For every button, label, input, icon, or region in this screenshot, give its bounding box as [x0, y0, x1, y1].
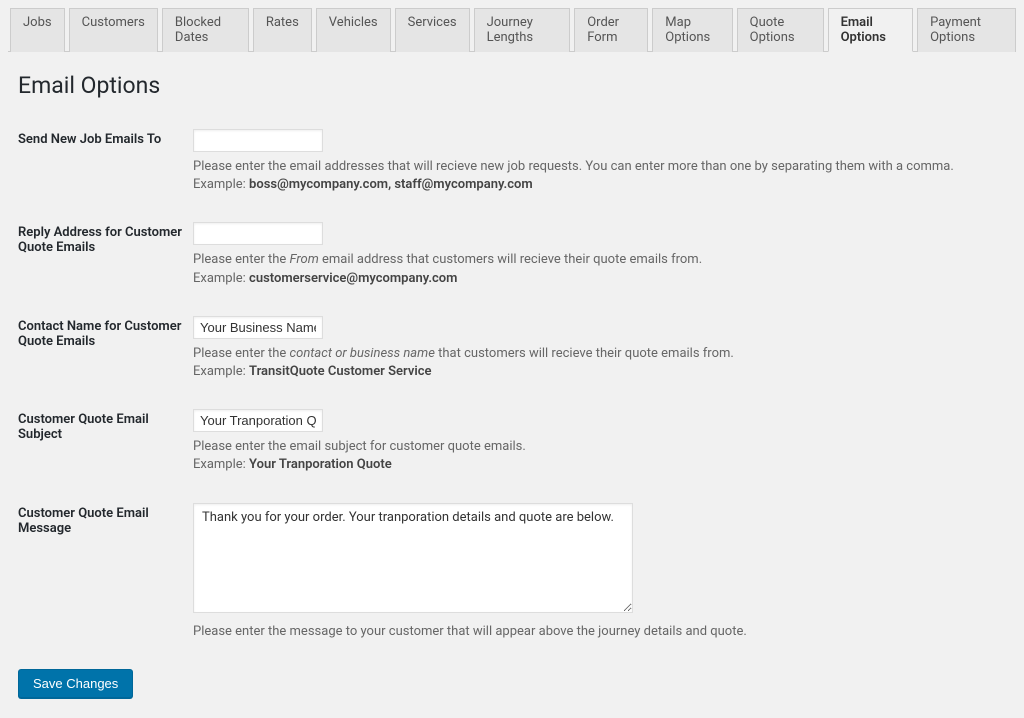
tabs-nav: Jobs Customers Blocked Dates Rates Vehic… — [8, 8, 1016, 52]
tab-email-options[interactable]: Email Options — [828, 8, 914, 52]
save-button[interactable]: Save Changes — [18, 669, 133, 698]
input-new-job-emails[interactable] — [193, 129, 323, 152]
row-contact-name: Contact Name for Customer Quote Emails P… — [8, 306, 1016, 399]
label-email-subject: Customer Quote Email Subject — [18, 409, 193, 442]
row-email-subject: Customer Quote Email Subject Please ente… — [8, 399, 1016, 492]
input-contact-name[interactable] — [193, 316, 323, 339]
page-title: Email Options — [18, 72, 1016, 99]
label-contact-name: Contact Name for Customer Quote Emails — [18, 316, 193, 349]
desc-reply-address: Please enter the From email address that… — [193, 251, 1016, 287]
label-email-message: Customer Quote Email Message — [18, 503, 193, 536]
tab-payment-options[interactable]: Payment Options — [917, 8, 1016, 52]
tab-quote-options[interactable]: Quote Options — [737, 8, 824, 52]
desc-email-message: Please enter the message to your custome… — [193, 623, 1016, 641]
tab-vehicles[interactable]: Vehicles — [316, 8, 391, 52]
tab-services[interactable]: Services — [395, 8, 470, 52]
tab-order-form[interactable]: Order Form — [574, 8, 648, 52]
desc-new-job-emails: Please enter the email addresses that wi… — [193, 158, 1016, 194]
row-email-message: Customer Quote Email Message Please ente… — [8, 493, 1016, 659]
tab-customers[interactable]: Customers — [69, 8, 158, 52]
row-reply-address: Reply Address for Customer Quote Emails … — [8, 212, 1016, 305]
tab-jobs[interactable]: Jobs — [10, 8, 65, 52]
input-email-subject[interactable] — [193, 409, 323, 432]
desc-email-subject: Please enter the email subject for custo… — [193, 438, 1016, 474]
input-reply-address[interactable] — [193, 222, 323, 245]
tab-journey-lengths[interactable]: Journey Lengths — [474, 8, 571, 52]
submit-area: Save Changes — [8, 659, 1016, 698]
desc-contact-name: Please enter the contact or business nam… — [193, 345, 1016, 381]
label-reply-address: Reply Address for Customer Quote Emails — [18, 222, 193, 255]
row-new-job-emails: Send New Job Emails To Please enter the … — [8, 119, 1016, 212]
tab-rates[interactable]: Rates — [253, 8, 312, 52]
tab-blocked-dates[interactable]: Blocked Dates — [162, 8, 249, 52]
settings-form: Send New Job Emails To Please enter the … — [8, 119, 1016, 659]
tab-map-options[interactable]: Map Options — [652, 8, 732, 52]
label-new-job-emails: Send New Job Emails To — [18, 129, 193, 147]
textarea-email-message[interactable] — [193, 503, 633, 613]
